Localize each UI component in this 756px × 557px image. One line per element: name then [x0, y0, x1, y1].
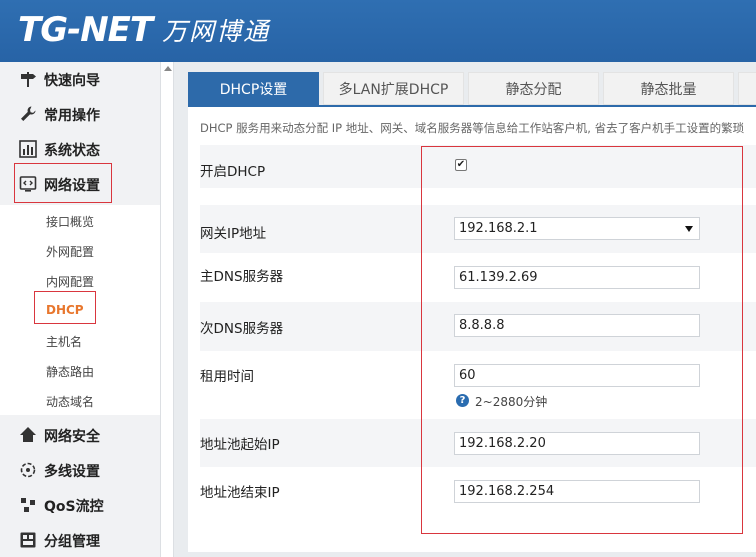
submenu-item-hostname[interactable]: 主机名 [46, 333, 82, 350]
dns2-label: 次DNS服务器 [200, 321, 284, 337]
highlight-box-dhcp [34, 291, 96, 324]
qos-icon [21, 498, 35, 512]
highlight-box-network-settings [14, 163, 112, 203]
logo-text-en: TG-NET [18, 10, 153, 50]
signpost-icon [21, 72, 36, 87]
pool-start-label: 地址池起始IP [200, 437, 280, 453]
panel-description: DHCP 服务用来动态分配 IP 地址、网关、域名服务器等信息给工作站客户机, … [200, 121, 745, 135]
submenu-item-lan-config[interactable]: 内网配置 [46, 273, 94, 290]
tab-overflow[interactable] [738, 72, 756, 105]
sidebar-scrollbar[interactable] [160, 62, 174, 557]
sidebar-item-multiline[interactable]: 多线设置 [0, 453, 160, 488]
tab-static-batch[interactable]: 静态批量 [603, 72, 734, 105]
sidebar-item-quick-guide[interactable]: 快速向导 [0, 62, 160, 97]
multiline-icon [20, 462, 36, 478]
gateway-ip-label: 网关IP地址 [200, 226, 267, 242]
sidebar-item-label: 常用操作 [44, 107, 100, 124]
sidebar-item-label: 网络安全 [44, 428, 100, 445]
security-icon [20, 427, 36, 442]
sidebar-item-label: 系统状态 [44, 142, 100, 159]
sidebar-item-label: 分组管理 [44, 533, 100, 550]
submenu-item-ddns[interactable]: 动态域名 [46, 393, 94, 410]
sidebar-item-group-management[interactable]: 分组管理 [0, 523, 160, 557]
brand-logo: TG-NET 万网博通 [18, 10, 270, 50]
submenu-item-static-route[interactable]: 静态路由 [46, 363, 94, 380]
sidebar-item-label: 快速向导 [44, 72, 100, 89]
submenu-item-wan-config[interactable]: 外网配置 [46, 243, 94, 260]
pool-end-label: 地址池结束IP [200, 485, 280, 501]
tab-multi-lan-dhcp[interactable]: 多LAN扩展DHCP [323, 72, 464, 105]
group-icon [20, 532, 36, 548]
tab-dhcp-settings[interactable]: DHCP设置 [188, 72, 319, 105]
wrench-icon [21, 106, 36, 121]
logo-text-cn: 万网博通 [162, 17, 271, 46]
submenu-item-interface-overview[interactable]: 接口概览 [46, 213, 94, 230]
enable-dhcp-label: 开启DHCP [200, 164, 266, 180]
dns1-label: 主DNS服务器 [200, 269, 284, 285]
tab-static-allocation[interactable]: 静态分配 [468, 72, 599, 105]
chart-icon [19, 140, 37, 158]
sidebar-item-network-security[interactable]: 网络安全 [0, 418, 160, 453]
scroll-up-icon[interactable] [164, 66, 172, 71]
header-bar: TG-NET 万网博通 [0, 0, 756, 62]
sidebar-item-system-status[interactable]: 系统状态 [0, 132, 160, 167]
sidebar-item-common-ops[interactable]: 常用操作 [0, 97, 160, 132]
sidebar-item-label: QoS流控 [44, 498, 104, 515]
sidebar-item-label: 多线设置 [44, 463, 100, 480]
lease-time-label: 租用时间 [200, 369, 254, 385]
highlight-box-form-fields [421, 146, 743, 534]
sidebar-item-qos[interactable]: QoS流控 [0, 488, 160, 523]
